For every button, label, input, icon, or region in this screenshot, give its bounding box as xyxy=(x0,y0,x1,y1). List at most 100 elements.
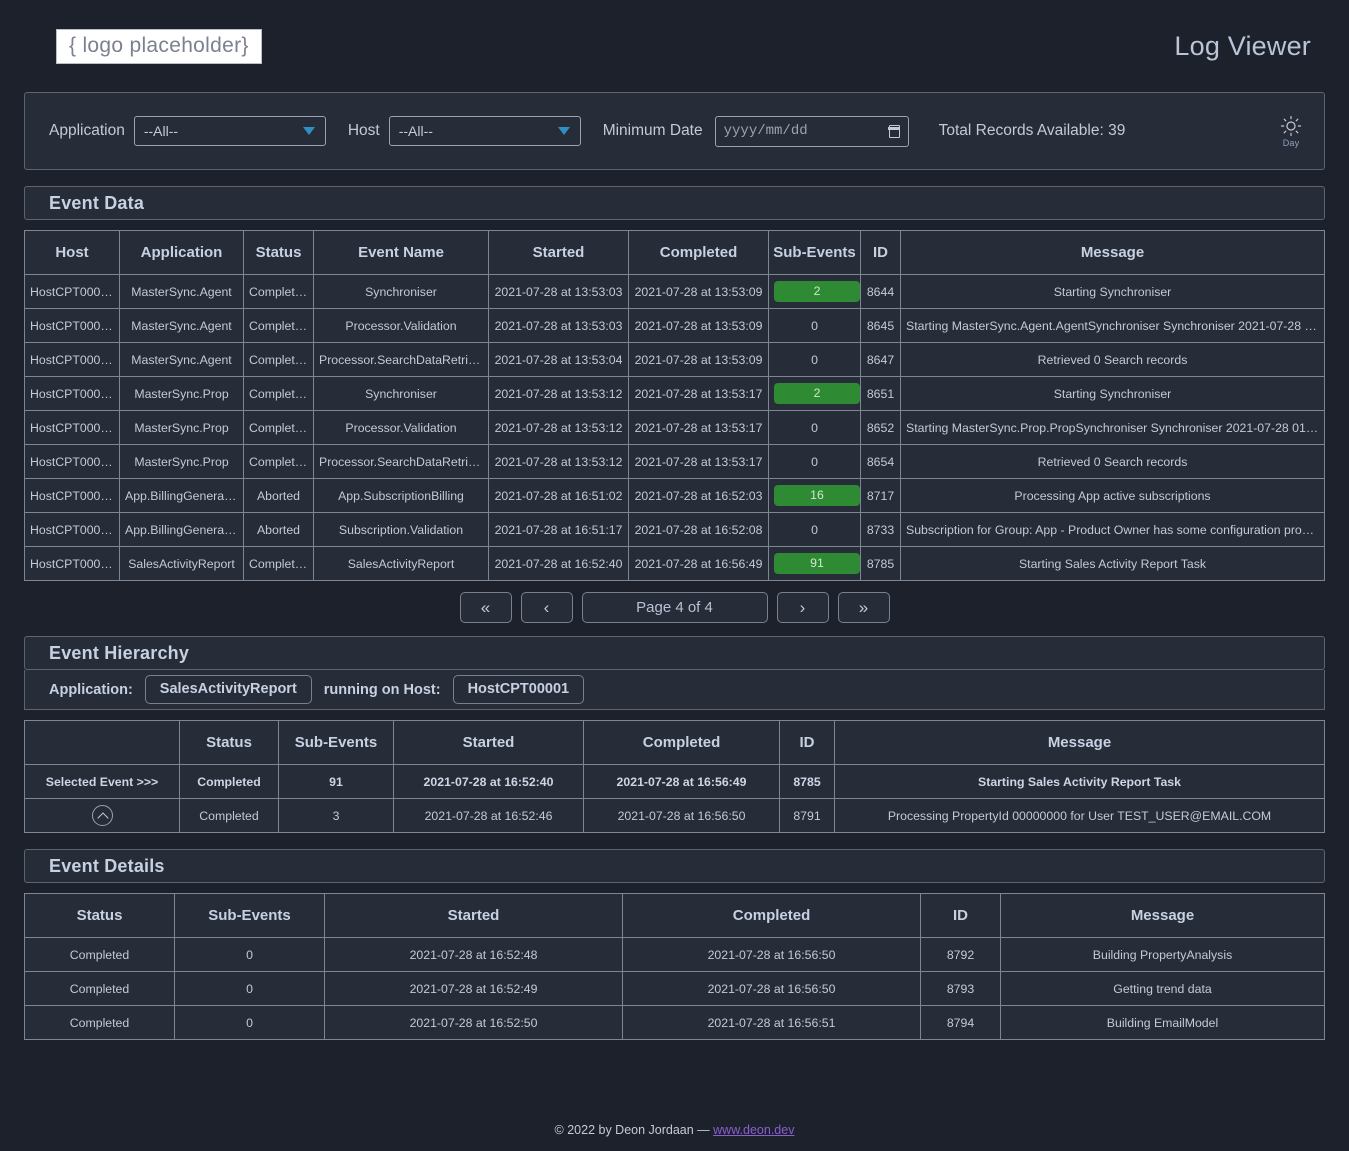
cell-application: MasterSync.Agent xyxy=(119,274,244,309)
pager-first-button[interactable]: « xyxy=(459,592,512,623)
sub-events-badge[interactable]: 91 xyxy=(774,552,860,575)
selected-event-marker: Selected Event >>> xyxy=(24,764,180,799)
minimum-date-label: Minimum Date xyxy=(602,122,703,139)
table-row[interactable]: HostCPT00001 MasterSync.Prop Completed Proc… xyxy=(24,410,1325,445)
cell-sub-events: 0 xyxy=(174,971,325,1006)
cell-id: 8647 xyxy=(860,342,901,377)
theme-toggle[interactable]: Day xyxy=(1280,115,1302,148)
cell-sub-events: 0 xyxy=(174,1005,325,1040)
cell-event-name: Processor.SearchDataRetrieval xyxy=(313,444,489,479)
hierarchy-application-label: Application: xyxy=(49,681,133,698)
cell-sub-events: 0 xyxy=(768,444,861,479)
cell-message: Building PropertyAnalysis xyxy=(1000,937,1325,972)
event-data-col-application: Application xyxy=(119,230,244,275)
cell-message: Getting trend data xyxy=(1000,971,1325,1006)
cell-id: 8733 xyxy=(860,512,901,547)
table-row[interactable]: HostCPT00001 MasterSync.Prop Completed Sync… xyxy=(24,376,1325,411)
cell-application: App.BillingGenerator xyxy=(119,512,244,547)
cell-completed: 2021-07-28 at 16:52:03 xyxy=(628,478,769,513)
cell-sub-events: 0 xyxy=(768,410,861,445)
cell-sub-events: 91 xyxy=(278,764,394,799)
event-hierarchy-col-completed: Completed xyxy=(583,720,780,765)
event-details-header-row: Status Sub-Events Started Completed ID Messag… xyxy=(24,893,1325,938)
sub-events-badge[interactable]: 16 xyxy=(774,484,860,507)
status-badge: Completed xyxy=(243,274,314,309)
table-row[interactable]: HostCPT00001 MasterSync.Agent Completed Syn… xyxy=(24,274,1325,309)
cell-id: 8793 xyxy=(920,971,1001,1006)
application-select-value: --All-- xyxy=(143,123,179,139)
event-hierarchy-col-started: Started xyxy=(393,720,584,765)
cell-application: App.BillingGenerator xyxy=(119,478,244,513)
table-row[interactable]: HostCPT00001 MasterSync.Agent Completed Pro… xyxy=(24,342,1325,377)
status-badge: Completed xyxy=(243,546,314,581)
table-row[interactable]: Completed 0 2021-07-28 at 16:52:49 2021-07-… xyxy=(24,971,1325,1006)
total-records-label: Total Records Available: 39 xyxy=(938,122,1126,139)
logo-placeholder: { logo placeholder} xyxy=(56,28,262,64)
sub-events-badge[interactable]: 2 xyxy=(774,382,860,405)
pager-next-button[interactable]: › xyxy=(776,592,829,623)
table-row[interactable]: Completed 0 2021-07-28 at 16:52:48 2021-07-… xyxy=(24,937,1325,972)
hierarchy-application-value[interactable]: SalesActivityReport xyxy=(144,675,312,704)
status-badge: Aborted xyxy=(243,478,314,513)
pager-page-info: Page 4 of 4 xyxy=(581,592,768,623)
event-details-col-message: Message xyxy=(1000,893,1325,938)
cell-host: HostCPT00001 xyxy=(24,512,120,547)
cell-id: 8785 xyxy=(860,546,901,581)
cell-sub-events[interactable]: 91 xyxy=(768,546,861,581)
hierarchy-host-value[interactable]: HostCPT00001 xyxy=(452,675,585,704)
calendar-icon[interactable] xyxy=(888,124,901,138)
table-row[interactable]: Completed 3 2021-07-28 at 16:52:46 2021-07-… xyxy=(24,798,1325,833)
cell-message: Starting Synchroniser xyxy=(900,274,1325,309)
pager-prev-button[interactable]: ‹ xyxy=(520,592,573,623)
cell-started: 2021-07-28 at 16:52:49 xyxy=(324,971,623,1006)
cell-sub-events[interactable]: 16 xyxy=(768,478,861,513)
table-row[interactable]: HostCPT00001 MasterSync.Agent Completed Pro… xyxy=(24,308,1325,343)
collapse-row-button[interactable] xyxy=(24,798,180,833)
cell-host: HostCPT00001 xyxy=(24,376,120,411)
event-details-table: Status Sub-Events Started Completed ID Messag… xyxy=(24,893,1325,1040)
minimum-date-input[interactable]: yyyy/mm/dd xyxy=(714,115,909,147)
cell-application: MasterSync.Agent xyxy=(119,342,244,377)
table-row[interactable]: HostCPT00001 App.BillingGenerator Aborted A… xyxy=(24,478,1325,513)
table-row[interactable]: Selected Event >>> Completed 91 2021-07-28 … xyxy=(24,764,1325,799)
cell-sub-events: 3 xyxy=(278,798,394,833)
event-data-col-message: Message xyxy=(900,230,1325,275)
cell-started: 2021-07-28 at 13:53:12 xyxy=(488,410,629,445)
event-data-table: Host Application Status Event Name Started Co… xyxy=(24,230,1325,581)
cell-started: 2021-07-28 at 13:53:12 xyxy=(488,376,629,411)
cell-message: Processing PropertyId 00000000 for User … xyxy=(834,798,1325,833)
hierarchy-host-label: running on Host: xyxy=(323,681,441,698)
cell-host: HostCPT00001 xyxy=(24,444,120,479)
table-row[interactable]: HostCPT00001 MasterSync.Prop Completed Proc… xyxy=(24,444,1325,479)
copyright-text: © 2022 by Deon Jordaan — xyxy=(554,1123,714,1137)
host-select-value: --All-- xyxy=(398,123,433,139)
chevron-up-circle-icon[interactable] xyxy=(91,805,113,826)
cell-event-name: Processor.Validation xyxy=(313,308,489,343)
table-row[interactable]: Completed 0 2021-07-28 at 16:52:50 2021-07-… xyxy=(24,1005,1325,1040)
event-hierarchy-table: Status Sub-Events Started Completed ID Messag… xyxy=(24,720,1325,833)
table-row[interactable]: HostCPT00001 SalesActivityReport Completed… xyxy=(24,546,1325,581)
author-website-link[interactable]: www.deon.dev xyxy=(713,1123,794,1137)
event-data-header-row: Host Application Status Event Name Started Co… xyxy=(24,230,1325,275)
cell-sub-events: 0 xyxy=(768,342,861,377)
filter-bar: Application --All-- Host --All-- Minimum… xyxy=(24,92,1325,170)
sub-events-badge[interactable]: 2 xyxy=(774,280,860,303)
cell-id: 8791 xyxy=(779,798,835,833)
pager-last-button[interactable]: » xyxy=(837,592,890,623)
host-select[interactable]: --All-- xyxy=(388,116,581,146)
log-viewer-page: { logo placeholder} Log Viewer Applicati… xyxy=(0,0,1349,1151)
table-row[interactable]: HostCPT00001 App.BillingGenerator Aborted S… xyxy=(24,512,1325,547)
application-select[interactable]: --All-- xyxy=(133,116,326,146)
cell-id: 8717 xyxy=(860,478,901,513)
event-data-col-event-name: Event Name xyxy=(313,230,489,275)
cell-completed: 2021-07-28 at 13:53:09 xyxy=(628,274,769,309)
cell-sub-events[interactable]: 2 xyxy=(768,274,861,309)
page-footer: © 2022 by Deon Jordaan — www.deon.dev xyxy=(0,1123,1349,1151)
cell-host: HostCPT00001 xyxy=(24,342,120,377)
cell-sub-events[interactable]: 2 xyxy=(768,376,861,411)
cell-id: 8785 xyxy=(779,764,835,799)
cell-application: MasterSync.Prop xyxy=(119,410,244,445)
event-data-col-status: Status xyxy=(243,230,314,275)
cell-completed: 2021-07-28 at 13:53:09 xyxy=(628,308,769,343)
cell-message: Starting MasterSync.Agent.AgentSynchroni… xyxy=(900,308,1325,343)
